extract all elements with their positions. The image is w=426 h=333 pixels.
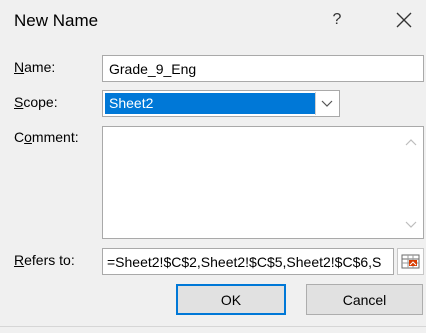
cancel-button[interactable]: Cancel <box>306 284 423 315</box>
chevron-down-icon <box>321 100 333 107</box>
new-name-dialog: New Name ? Name: Grade_9_Eng Scope: Shee… <box>0 0 426 333</box>
scope-dropdown-button[interactable] <box>315 92 338 115</box>
refers-to-value: =Sheet2!$C$2,Sheet2!$C$5,Sheet2!$C$6,S <box>107 254 382 270</box>
refers-to-field[interactable]: =Sheet2!$C$2,Sheet2!$C$5,Sheet2!$C$6,S <box>102 248 394 275</box>
comment-field[interactable] <box>102 126 424 239</box>
name-field[interactable]: Grade_9_Eng <box>102 55 424 82</box>
close-icon <box>396 12 412 28</box>
scroll-up-icon[interactable] <box>405 137 417 147</box>
collapse-dialog-icon <box>401 254 420 269</box>
dialog-title: New Name <box>14 11 99 30</box>
name-label: Name: <box>14 59 56 75</box>
ok-button[interactable]: OK <box>176 284 286 315</box>
close-button[interactable] <box>393 9 415 31</box>
divider <box>0 326 426 327</box>
scope-label: Scope: <box>14 94 58 110</box>
help-button[interactable]: ? <box>328 11 346 29</box>
title-bar: New Name ? <box>0 0 426 44</box>
refers-to-label: Refers to: <box>14 252 75 268</box>
scroll-down-icon[interactable] <box>405 220 417 230</box>
comment-label: Comment: <box>14 129 79 145</box>
name-value: Grade_9_Eng <box>109 61 197 77</box>
scope-selected-value: Sheet2 <box>105 93 315 114</box>
scope-select[interactable]: Sheet2 <box>102 90 340 117</box>
collapse-dialog-button[interactable] <box>397 248 424 275</box>
